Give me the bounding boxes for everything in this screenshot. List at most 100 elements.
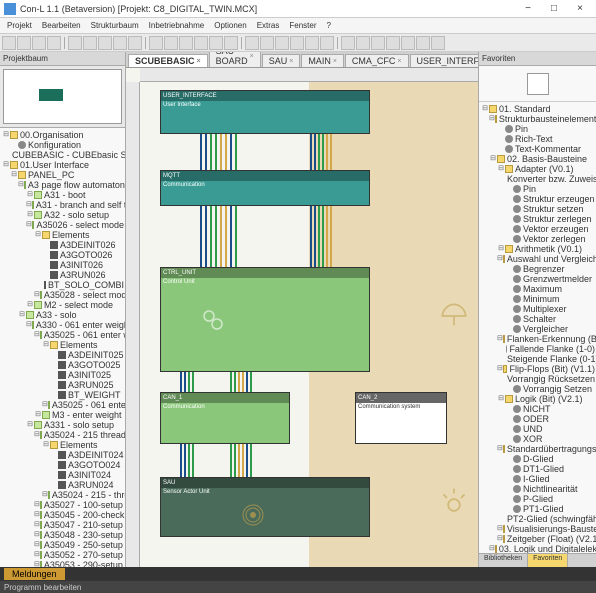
toolbar-button-7[interactable] — [113, 36, 127, 50]
tree-item[interactable]: ⊟Elements — [0, 440, 125, 450]
status-tab[interactable]: Meldungen — [4, 568, 65, 580]
tree-item[interactable]: A3GOTO026 — [0, 250, 125, 260]
tree-item[interactable]: ⊟A35028 - select mode — [0, 290, 125, 300]
tree-item[interactable]: Multiplexer — [479, 304, 596, 314]
tree-item[interactable]: Schalter — [479, 314, 596, 324]
close-icon[interactable]: × — [250, 53, 254, 60]
block-mqtt[interactable]: MQTT Communication — [160, 170, 370, 206]
toolbar-button-15[interactable] — [245, 36, 259, 50]
block-sau[interactable]: SAU Sensor Actor Unit — [160, 477, 370, 537]
tab-sau-board[interactable]: SAU-BOARD× — [209, 52, 261, 67]
tree-item[interactable]: A3RUN025 — [0, 380, 125, 390]
tree-item[interactable]: Maximum — [479, 284, 596, 294]
tree-item[interactable]: ⊟Adapter (V0.1) — [479, 164, 596, 174]
tree-item[interactable]: ⊟A331 - solo setup — [0, 420, 125, 430]
tree-item[interactable]: ⊟Strukturbausteinelemente — [479, 114, 596, 124]
tree-item[interactable]: BT_WEIGHT — [0, 390, 125, 400]
toolbar-button-14[interactable] — [224, 36, 238, 50]
tree-item[interactable]: ⊟A330 - 061 enter weight — [0, 320, 125, 330]
project-tree[interactable]: ⊟00.OrganisationKonfigurationCUBEBASIC -… — [0, 128, 125, 567]
tree-item[interactable]: Nichtlinearität — [479, 484, 596, 494]
tree-item[interactable]: ⊟Elements — [0, 340, 125, 350]
maximize-button[interactable]: □ — [542, 2, 566, 16]
tree-item[interactable]: I-Glied — [479, 474, 596, 484]
tree-item[interactable]: ⊟A31 - branch and self test — [0, 200, 125, 210]
block-ctrl-unit[interactable]: CTRL_UNIT Control Unit — [160, 267, 370, 372]
tree-item[interactable]: ⊟Auswahl und Vergleich (V3.1) — [479, 254, 596, 264]
tree-item[interactable]: Vektor zerlegen — [479, 234, 596, 244]
tree-item[interactable]: ⊟Standardübertragungsglieder (Float — [479, 444, 596, 454]
tree-item[interactable]: ⊟A35027 - 100-setup show set — [0, 500, 125, 510]
toolbar-button-12[interactable] — [194, 36, 208, 50]
toolbar-button-6[interactable] — [98, 36, 112, 50]
toolbar-button-8[interactable] — [128, 36, 142, 50]
close-button[interactable]: × — [568, 2, 592, 16]
tree-item[interactable]: A3INIT025 — [0, 370, 125, 380]
tree-item[interactable]: ⊟A35026 - select mode — [0, 220, 125, 230]
menu-strukturbaum[interactable]: Strukturbaum — [86, 21, 144, 30]
tree-item[interactable]: Vergleicher — [479, 324, 596, 334]
block-user-interface[interactable]: USER_INTERFACE User Interface — [160, 90, 370, 134]
tree-item[interactable]: Vorrangig Setzen — [479, 384, 596, 394]
toolbar-button-24[interactable] — [386, 36, 400, 50]
tree-item[interactable]: P-Glied — [479, 494, 596, 504]
block-can2[interactable]: CAN_2 Communication system — [355, 392, 447, 444]
tree-item[interactable]: UND — [479, 424, 596, 434]
tree-item[interactable]: D-Glied — [479, 454, 596, 464]
tree-item[interactable]: ⊟Flanken-Erkennung (Bit) (V1.1) — [479, 334, 596, 344]
tab-scubebasic[interactable]: SCUBEBASIC× — [128, 54, 208, 67]
tree-item[interactable]: ⊟03. Logik und Digitalelektronik — [479, 544, 596, 553]
tree-item[interactable]: A3RUN024 — [0, 480, 125, 490]
toolbar-button-17[interactable] — [275, 36, 289, 50]
tree-item[interactable]: DT1-Glied — [479, 464, 596, 474]
tree-item[interactable]: A3INIT024 — [0, 470, 125, 480]
tree-item[interactable]: PT2-Glied (schwingfähig) — [479, 514, 596, 524]
menu-bearbeiten[interactable]: Bearbeiten — [37, 21, 86, 30]
menu-projekt[interactable]: Projekt — [2, 21, 37, 30]
right-tab-favoriten[interactable]: Favoriten — [528, 554, 568, 567]
tree-item[interactable]: ⊟Flip-Flops (Bit) (V1.1) — [479, 364, 596, 374]
tree-item[interactable]: ODER — [479, 414, 596, 424]
tree-item[interactable]: ⊟A35052 - 270-setup flush bag — [0, 550, 125, 560]
menu-extras[interactable]: Extras — [252, 21, 285, 30]
toolbar-button-21[interactable] — [341, 36, 355, 50]
toolbar-button-4[interactable] — [68, 36, 82, 50]
tree-item[interactable]: ⊟A33 - solo — [0, 310, 125, 320]
tab-user_interface[interactable]: USER_INTERFACE× — [410, 54, 478, 67]
library-tree[interactable]: ⊟01. Standard⊟StrukturbausteinelementePi… — [479, 102, 596, 553]
tree-item[interactable]: Steigende Flanke (0-1) — [479, 354, 596, 364]
tree-item[interactable]: Struktur zerlegen — [479, 214, 596, 224]
close-icon[interactable]: × — [289, 58, 293, 65]
tree-item[interactable]: Pin — [479, 124, 596, 134]
tree-item[interactable]: Pin — [479, 184, 596, 194]
tree-item[interactable]: ⊟02. Basis-Bausteine — [479, 154, 596, 164]
tree-item[interactable]: ⊟A35048 - 230-setup carbon ac — [0, 530, 125, 540]
tree-item[interactable]: XOR — [479, 434, 596, 444]
canvas[interactable]: USER_INTERFACE User Interface MQTT Commu… — [126, 68, 478, 567]
tree-item[interactable]: Text-Kommentar — [479, 144, 596, 154]
tree-item[interactable]: Begrenzer — [479, 264, 596, 274]
toolbar-button-25[interactable] — [401, 36, 415, 50]
tree-item[interactable]: Konfiguration — [0, 140, 125, 150]
tree-item[interactable]: Konverter bzw. Zuweisung — [479, 174, 596, 184]
tree-item[interactable]: ⊟A35024 - 215 threading the p — [0, 430, 125, 440]
tree-item[interactable]: Minimum — [479, 294, 596, 304]
tree-item[interactable]: ⊟PANEL_PC — [0, 170, 125, 180]
tree-item[interactable]: A3DEINIT026 — [0, 240, 125, 250]
toolbar-button-10[interactable] — [164, 36, 178, 50]
tab-cma_cfc[interactable]: CMA_CFC× — [345, 54, 409, 67]
toolbar-button-22[interactable] — [356, 36, 370, 50]
tree-item[interactable]: ⊟Elements — [0, 230, 125, 240]
drawing-sheet[interactable]: USER_INTERFACE User Interface MQTT Commu… — [140, 82, 478, 567]
toolbar-button-20[interactable] — [320, 36, 334, 50]
tree-item[interactable]: A3DEINIT025 — [0, 350, 125, 360]
tree-item[interactable]: PT1-Glied — [479, 504, 596, 514]
close-icon[interactable]: × — [197, 58, 201, 65]
tree-item[interactable]: CUBEBASIC - CUBEbasic System — [0, 150, 125, 160]
toolbar-button-2[interactable] — [32, 36, 46, 50]
tree-item[interactable]: ⊟A35047 - 210-setup cartridge — [0, 520, 125, 530]
tree-item[interactable]: ⊟01.User Interface — [0, 160, 125, 170]
right-tab-bibliotheken[interactable]: Bibliotheken — [479, 554, 528, 567]
tree-item[interactable]: ⊟A35049 - 250-setup dialyzer — [0, 540, 125, 550]
tree-item[interactable]: ⊟Zeitgeber (Float) (V2.1) — [479, 534, 596, 544]
